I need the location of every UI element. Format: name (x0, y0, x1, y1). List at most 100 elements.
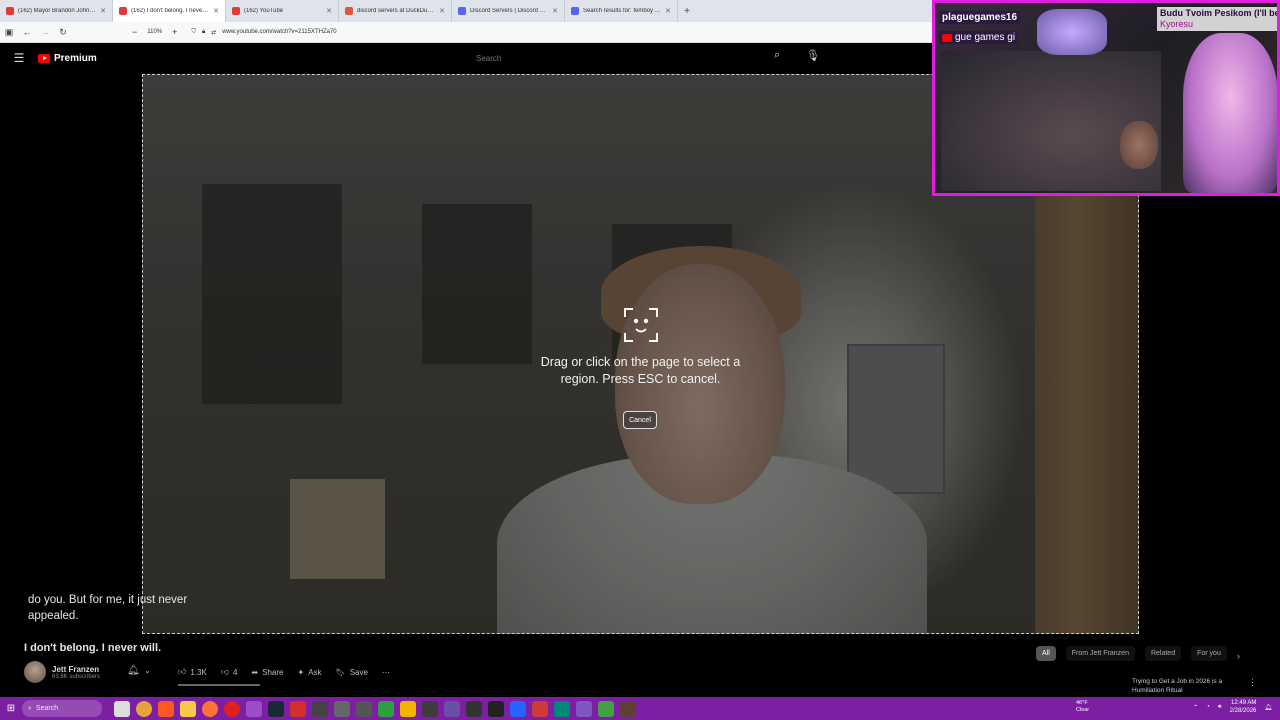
close-tab-icon[interactable]: ✕ (439, 7, 445, 15)
address-bar[interactable]: ⛉ 🔒︎ ⇄ www.youtube.com/watch?v=2115XTHZa… (191, 29, 336, 36)
search-icon: ⌕ (28, 704, 32, 712)
like-button[interactable]: 👍︎ 1.3K (178, 667, 207, 677)
logo-text: Premium (54, 52, 97, 64)
app-icon[interactable] (422, 700, 438, 717)
save-label: Save (349, 667, 368, 677)
zoom-out-button[interactable]: − (132, 27, 137, 37)
windows-start-icon[interactable]: ⊞ (0, 703, 22, 714)
channel-name[interactable]: Jett Franzen (52, 665, 100, 674)
menu-icon[interactable]: ☰ (0, 51, 38, 65)
app-icon[interactable] (576, 700, 592, 717)
app-icon[interactable] (158, 700, 174, 717)
close-tab-icon[interactable]: ✕ (326, 7, 332, 15)
close-tab-icon[interactable]: ✕ (552, 7, 558, 15)
url-text[interactable]: www.youtube.com/watch?v=2115XTHZa70 (222, 29, 336, 35)
chevron-up-icon[interactable]: ⌃ (1193, 704, 1198, 711)
more-icon[interactable]: ⋮ (1248, 677, 1257, 688)
system-tray: ⌃ ◔ 🔊︎ 12:49 AM 2/28/2026 🔔︎ (1193, 699, 1272, 715)
browser-tab[interactable]: (162) YouTube ✕ (226, 0, 339, 22)
app-icon[interactable] (510, 700, 526, 717)
app-icon[interactable] (532, 700, 548, 717)
share-button[interactable]: ➦ Share (251, 668, 283, 677)
app-icon[interactable] (334, 700, 350, 717)
bell-icon[interactable]: 🔔︎ (127, 665, 140, 676)
app-icon[interactable] (312, 700, 328, 717)
app-icon[interactable] (356, 700, 372, 717)
chip-from-channel[interactable]: From Jett Franzen (1065, 646, 1135, 661)
app-icon[interactable] (466, 700, 482, 717)
chevron-right-icon[interactable]: › (1237, 651, 1240, 661)
youtube-favicon-icon (119, 7, 127, 15)
file-explorer-icon[interactable] (180, 700, 196, 717)
app-icon[interactable] (598, 700, 614, 717)
app-icon[interactable] (554, 700, 570, 717)
bookmark-icon: 🔖︎ (335, 667, 346, 677)
youtube-masthead: ☰ Premium (0, 43, 930, 73)
back-button[interactable]: ← (18, 27, 36, 37)
tab-title: (162) YouTube (244, 8, 284, 14)
dislike-button[interactable]: 👎︎ 4 (221, 667, 238, 677)
steam-icon[interactable] (268, 700, 284, 717)
sidebar-toggle-icon[interactable]: ▣ (0, 27, 18, 38)
task-view-icon[interactable] (114, 700, 130, 717)
app-icon[interactable] (488, 700, 504, 717)
notification-icon[interactable]: 🔔︎ (1264, 704, 1272, 711)
browser-tab[interactable]: (162) Mayor Brandon Johnson I ✕ (0, 0, 113, 22)
reload-button[interactable]: ↻ (54, 27, 72, 38)
streamer-face (1120, 121, 1158, 169)
shield-icon[interactable]: ⛉ (191, 29, 196, 36)
app-icon[interactable] (620, 700, 636, 717)
app-icon[interactable] (224, 700, 240, 717)
browser-tab[interactable]: discord servers at DuckDuckGo ✕ (339, 0, 452, 22)
close-tab-icon[interactable]: ✕ (213, 7, 219, 15)
chip-all[interactable]: All (1036, 646, 1056, 661)
close-tab-icon[interactable]: ✕ (665, 7, 671, 15)
app-icon[interactable] (290, 700, 306, 717)
cancel-button[interactable]: Cancel (623, 411, 657, 429)
search-icon[interactable]: ⌕ (768, 49, 786, 67)
wifi-icon[interactable]: ◔ (1206, 704, 1210, 710)
lock-icon[interactable]: 🔒︎ (202, 29, 205, 36)
search-input[interactable]: Search (470, 48, 760, 68)
forward-button[interactable]: → (36, 27, 54, 37)
site-settings-icon[interactable]: ⇄ (211, 29, 216, 36)
song-title: Budu Tvoim Pesikom (I'll be (1160, 8, 1278, 18)
browser-tab-active[interactable]: (162) I don't belong. I never wil ✕ (113, 0, 226, 22)
chevron-down-icon[interactable]: ⌄ (144, 666, 151, 675)
more-icon: ⋯ (381, 667, 390, 677)
screen: (162) Mayor Brandon Johnson I ✕ (162) I … (0, 0, 1280, 720)
save-button[interactable]: 🔖︎ Save (336, 668, 368, 677)
browser-tab[interactable]: Discord Servers | Discord Server ✕ (452, 0, 565, 22)
stream-webcam-overlay: plaguegames16 gue games gi Budu Tvoim Pe… (932, 0, 1280, 196)
taskbar-search[interactable]: ⌕ Search (22, 700, 102, 717)
zoom-in-button[interactable]: + (172, 27, 177, 37)
now-playing: Budu Tvoim Pesikom (I'll be Kyoresu (1157, 7, 1278, 31)
discord-favicon-icon (458, 7, 466, 15)
more-actions-button[interactable]: ⋯ (382, 668, 390, 677)
clock-date: 2/28/2026 (1229, 708, 1257, 714)
app-icon[interactable] (400, 700, 416, 717)
volume-icon[interactable]: 🔊︎ (1218, 704, 1222, 711)
taskbar: ⊞ ⌕ Search 46°F Clear ⌃ ◔ 🔊︎ 12:49 AM 2/… (0, 697, 1280, 720)
chip-related[interactable]: Related (1144, 646, 1182, 661)
chip-for-you[interactable]: For you (1191, 646, 1227, 661)
app-icon[interactable] (444, 700, 460, 717)
browser-tab[interactable]: Search results for: femboy | Dis ✕ (565, 0, 678, 22)
firefox-icon[interactable] (202, 700, 218, 717)
app-icon[interactable] (378, 700, 394, 717)
avatar[interactable] (24, 661, 46, 683)
taskbar-apps (114, 700, 636, 717)
weather-widget[interactable]: 46°F Clear (1076, 700, 1089, 714)
new-tab-button[interactable]: + (678, 6, 696, 17)
youtube-logo[interactable]: Premium (38, 53, 97, 64)
ask-button[interactable]: ✦ Ask (297, 668, 321, 677)
youtube-favicon-icon (232, 7, 240, 15)
close-tab-icon[interactable]: ✕ (100, 7, 106, 15)
chrome-icon[interactable] (136, 700, 152, 717)
microphone-icon[interactable]: 🎙︎ (804, 49, 822, 67)
recommended-video-title[interactable]: Trying to Get a Job in 2026 is a Humilia… (1132, 677, 1242, 695)
app-icon[interactable] (246, 700, 262, 717)
song-artist: Kyoresu (1160, 19, 1194, 29)
clock[interactable]: 12:49 AM 2/28/2026 (1230, 699, 1257, 715)
streamer-youtube-tag: gue games gi (939, 31, 1019, 44)
